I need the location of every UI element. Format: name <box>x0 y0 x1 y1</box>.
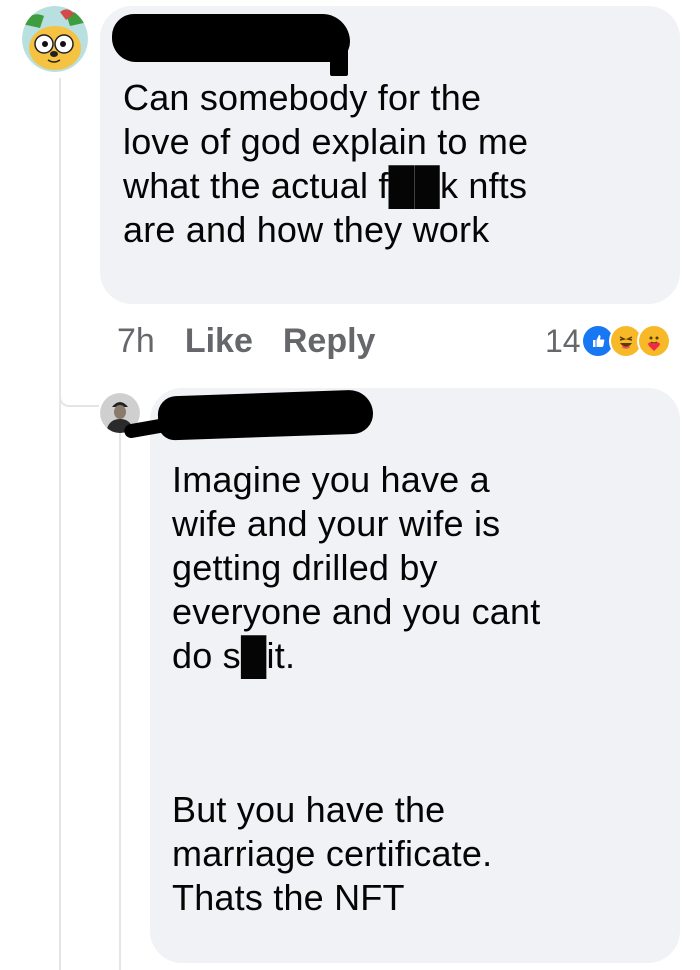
comment-text: Can somebody for the love of god explain… <box>123 77 529 250</box>
redacted-commenter-name <box>112 14 350 62</box>
like-button[interactable]: Like <box>185 322 253 361</box>
care-icon <box>636 324 671 358</box>
reaction-count: 14 <box>545 322 581 359</box>
reply-button[interactable]: Reply <box>283 322 376 361</box>
reply-text-continued: But you have the marriage certificate. T… <box>172 789 493 918</box>
commenter-avatar[interactable] <box>22 6 88 72</box>
cartoon-dog-avatar-icon <box>22 6 88 72</box>
reaction-summary[interactable]: 14 <box>545 318 671 364</box>
reply-text: Imagine you have a wife and your wife is… <box>172 459 541 676</box>
redaction-tail <box>330 42 348 76</box>
comment-thread: Can somebody for the love of god explain… <box>0 0 700 970</box>
thread-connector-line <box>59 78 61 970</box>
reply-connector-branch <box>59 395 99 407</box>
comment-timestamp[interactable]: 7h <box>117 322 155 361</box>
redacted-replier-name <box>157 389 374 441</box>
comment-actions: 7h Like Reply <box>117 318 375 364</box>
reply-connector-line <box>119 432 121 970</box>
